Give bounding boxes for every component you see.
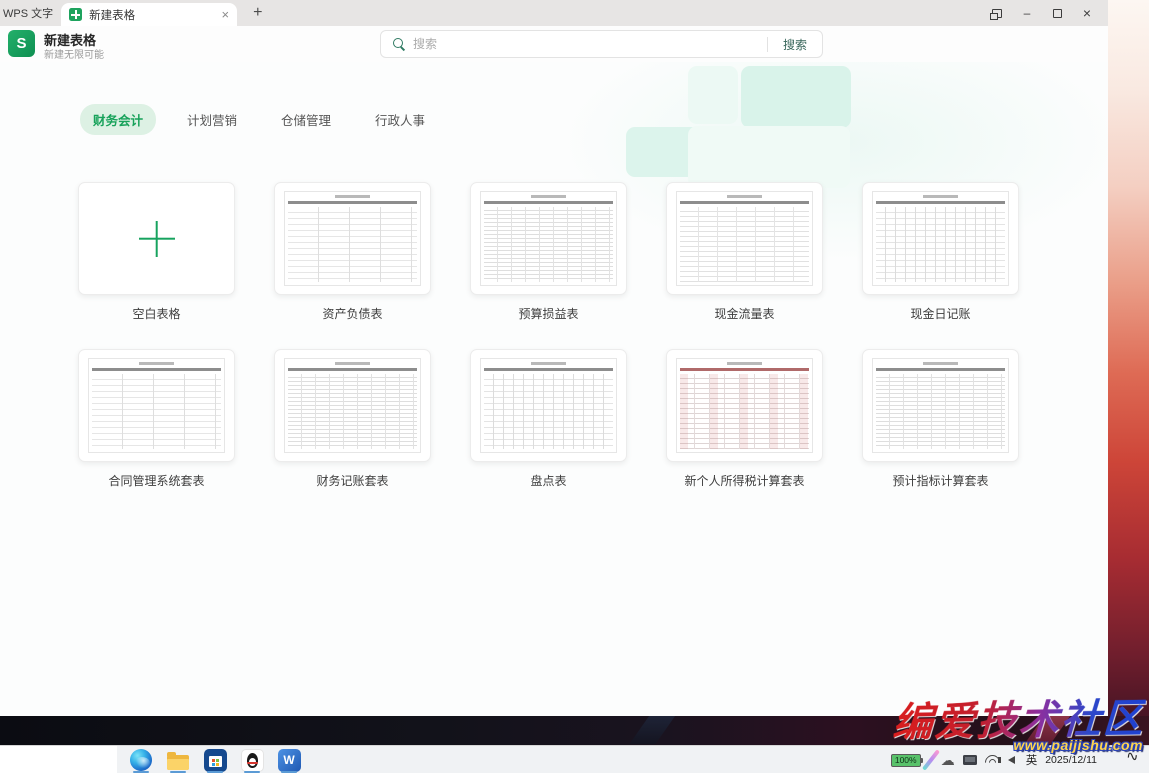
template-card[interactable] xyxy=(666,349,823,462)
template-label: 财务记账套表 xyxy=(316,472,388,489)
window-controls: – × xyxy=(982,2,1102,24)
template-cell: 资产负债表 xyxy=(274,182,431,322)
template-card[interactable] xyxy=(274,349,431,462)
watermark-url: www.paijishu.com xyxy=(1013,737,1143,753)
template-row: 合同管理系统套表 财务记账套表 盘点表 新个人所得税计算套表 xyxy=(78,349,1019,489)
battery-indicator[interactable]: 100% xyxy=(891,754,921,767)
category-tabs: 财务会计 计划营销 仓储管理 行政人事 xyxy=(80,104,438,135)
search-input[interactable] xyxy=(413,37,767,51)
template-label: 现金流量表 xyxy=(714,305,774,322)
tab-close-icon[interactable]: × xyxy=(222,8,230,21)
taskbar-word-icon[interactable]: W xyxy=(276,747,302,773)
template-label: 资产负债表 xyxy=(322,305,382,322)
wps-window: WPS 文字 新建表格 × + – × S 新建表格 新建无限可能 搜索 xyxy=(0,0,1108,716)
store-icon xyxy=(204,749,227,772)
taskbar-qq-icon[interactable] xyxy=(239,747,265,773)
template-thumbnail xyxy=(676,191,813,286)
header-bar: S 新建表格 新建无限可能 搜索 xyxy=(0,26,1108,62)
template-cell: 预算损益表 xyxy=(470,182,627,322)
template-thumbnail xyxy=(872,191,1009,286)
edge-icon xyxy=(130,749,152,771)
template-cell: 空白表格 xyxy=(78,182,235,322)
mint-square-decoration xyxy=(688,66,738,124)
display-icon[interactable] xyxy=(963,755,977,765)
taskbar-search-box[interactable] xyxy=(0,746,117,774)
template-label: 合同管理系统套表 xyxy=(108,472,204,489)
template-gallery: 财务会计 计划营销 仓储管理 行政人事 空白表格 资产负债表 xyxy=(0,62,1108,716)
taskbar-file-explorer-icon[interactable] xyxy=(165,747,191,773)
template-label: 新个人所得税计算套表 xyxy=(684,472,804,489)
template-cell: 现金流量表 xyxy=(666,182,823,322)
input-method-indicator[interactable]: 英 xyxy=(1026,752,1038,768)
tab-new-spreadsheet[interactable]: 新建表格 × xyxy=(61,3,237,26)
template-cell: 盘点表 xyxy=(470,349,627,489)
wps-sheets-logo: S xyxy=(8,30,35,57)
template-thumbnail xyxy=(480,191,617,286)
template-card-blank[interactable] xyxy=(78,182,235,295)
maximize-icon xyxy=(1053,9,1062,18)
page-subtitle: 新建无限可能 xyxy=(44,46,104,61)
taskbar-edge-icon[interactable] xyxy=(128,747,154,773)
spreadsheet-icon xyxy=(69,8,82,21)
template-label: 盘点表 xyxy=(530,472,566,489)
stylus-pen-decoration xyxy=(922,749,940,770)
desktop-wallpaper-right xyxy=(1108,0,1149,745)
template-card[interactable] xyxy=(470,349,627,462)
cloud-icon[interactable]: ☁ xyxy=(941,753,955,767)
template-card[interactable] xyxy=(470,182,627,295)
category-tab-warehouse[interactable]: 仓储管理 xyxy=(268,104,344,135)
tab-title: 新建表格 xyxy=(89,7,214,23)
taskbar-microsoft-store-icon[interactable] xyxy=(202,747,228,773)
template-thumbnail xyxy=(872,358,1009,453)
template-label: 预算损益表 xyxy=(518,305,578,322)
template-card[interactable] xyxy=(862,182,1019,295)
restore-layout-button[interactable] xyxy=(982,2,1012,24)
category-tab-hr[interactable]: 行政人事 xyxy=(362,104,438,135)
mint-square-decoration xyxy=(741,66,851,128)
maximize-button[interactable] xyxy=(1042,2,1072,24)
restore-icon xyxy=(992,9,1002,18)
template-thumbnail xyxy=(284,358,421,453)
template-row: 空白表格 资产负债表 预算损益表 现金流量表 xyxy=(78,182,1019,322)
word-icon: W xyxy=(278,749,301,772)
template-card[interactable] xyxy=(274,182,431,295)
windows-taskbar: W 100% ☁ 英 2025/12/11 xyxy=(0,745,1149,773)
minimize-button[interactable]: – xyxy=(1012,2,1042,24)
search-icon xyxy=(393,38,405,50)
close-button[interactable]: × xyxy=(1072,2,1102,24)
template-thumbnail xyxy=(480,358,617,453)
template-cell: 现金日记账 xyxy=(862,182,1019,322)
category-tab-planning[interactable]: 计划营销 xyxy=(174,104,250,135)
category-tab-finance[interactable]: 财务会计 xyxy=(80,104,156,135)
template-card[interactable] xyxy=(862,349,1019,462)
template-cell: 新个人所得税计算套表 xyxy=(666,349,823,489)
app-label[interactable]: WPS 文字 xyxy=(3,5,53,21)
template-thumbnail xyxy=(676,358,813,453)
template-card[interactable] xyxy=(78,349,235,462)
qq-penguin-icon xyxy=(241,749,264,772)
new-tab-button[interactable]: + xyxy=(253,5,262,21)
search-button[interactable]: 搜索 xyxy=(768,36,822,53)
taskbar-icons: W xyxy=(128,747,302,773)
template-label: 空白表格 xyxy=(132,305,180,322)
tab-bar: WPS 文字 新建表格 × + – × xyxy=(0,0,1108,26)
template-label: 预计指标计算套表 xyxy=(892,472,988,489)
template-cell: 预计指标计算套表 xyxy=(862,349,1019,489)
plus-icon xyxy=(139,221,175,257)
template-card[interactable] xyxy=(666,182,823,295)
template-cell: 财务记账套表 xyxy=(274,349,431,489)
search-bar: 搜索 xyxy=(380,30,823,58)
template-thumbnail xyxy=(88,358,225,453)
template-label: 现金日记账 xyxy=(910,305,970,322)
volume-icon[interactable] xyxy=(1008,756,1015,764)
template-cell: 合同管理系统套表 xyxy=(78,349,235,489)
folder-icon xyxy=(167,755,189,770)
clock-date[interactable]: 2025/12/11 xyxy=(1045,754,1097,766)
mint-square-decoration xyxy=(688,126,850,188)
template-thumbnail xyxy=(284,191,421,286)
